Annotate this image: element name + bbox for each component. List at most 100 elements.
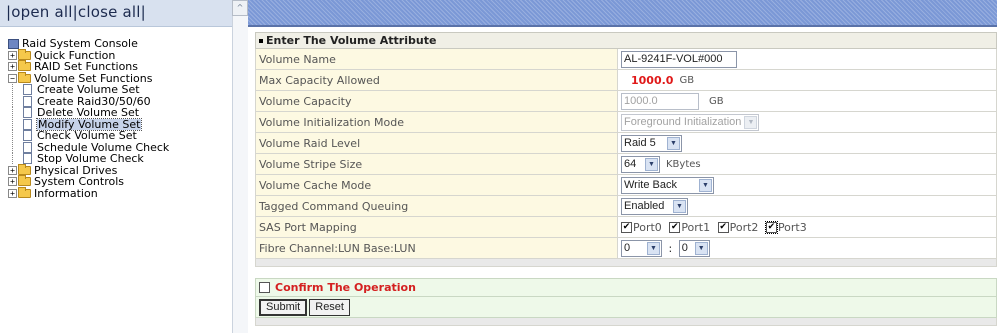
form-footer-bar xyxy=(255,258,997,267)
folder-icon xyxy=(18,60,31,72)
tree-subitem-check-volume-set[interactable]: Check Volume Set xyxy=(8,130,169,142)
tree-connector xyxy=(12,153,23,165)
row-stripe-size: Volume Stripe Size 64 ▼ KBytes xyxy=(255,153,997,175)
tree-item-information[interactable]: + Information xyxy=(8,186,169,200)
confirm-label: Confirm The Operation xyxy=(275,281,416,295)
expand-icon[interactable]: + xyxy=(8,188,17,198)
cache-mode-select[interactable]: Write Back ▼ xyxy=(621,176,714,194)
tree-toolbar: |open all|close all| xyxy=(0,0,232,27)
bottom-bar xyxy=(255,317,997,326)
lun-separator: : xyxy=(668,241,673,255)
expand-icon[interactable]: + xyxy=(8,50,17,60)
close-all-link[interactable]: close all xyxy=(78,3,141,21)
port0-label: Port0 xyxy=(633,220,662,234)
submit-button[interactable]: Submit xyxy=(259,298,308,316)
chevron-down-icon: ▼ xyxy=(645,157,658,171)
page-icon xyxy=(23,118,32,130)
tree-subitem-delete-volume-set[interactable]: Delete Volume Set xyxy=(8,107,169,119)
tree-subitem-label: Check Volume Set xyxy=(37,129,137,142)
tree-item-system-controls[interactable]: + System Controls xyxy=(8,175,169,188)
page-icon xyxy=(23,95,32,107)
expand-icon[interactable]: + xyxy=(8,62,17,72)
port3-option[interactable]: ✔ Port3 xyxy=(764,220,807,235)
expand-icon[interactable]: + xyxy=(8,165,17,175)
tree-item-label: RAID Set Functions xyxy=(34,60,139,73)
chevron-down-icon: ▼ xyxy=(694,241,708,255)
page-icon xyxy=(23,153,32,165)
content-banner xyxy=(248,0,997,27)
collapse-icon[interactable]: − xyxy=(8,73,17,83)
raid-level-select[interactable]: Raid 5 ▼ xyxy=(621,134,682,152)
page-icon xyxy=(23,130,32,142)
tree-root[interactable]: Raid System Console xyxy=(8,38,169,50)
tree-item-raid-set-functions[interactable]: + RAID Set Functions xyxy=(8,60,169,73)
page-icon xyxy=(23,107,32,119)
volume-attribute-form: Enter The Volume Attribute Volume Name A… xyxy=(255,32,997,326)
page-icon xyxy=(23,141,32,153)
row-sas-port: SAS Port Mapping ✔ Port0 ✔ Port1 ✔ Port2 ✔ P… xyxy=(255,216,997,238)
tree-connector xyxy=(12,130,23,142)
row-volume-capacity: Volume Capacity 1000.0 GB xyxy=(255,90,997,112)
confirm-checkbox[interactable] xyxy=(259,282,270,294)
port0-option[interactable]: ✔ Port0 xyxy=(621,221,662,234)
open-all-link[interactable]: open all xyxy=(11,3,72,21)
confirm-row: Confirm The Operation xyxy=(255,278,997,297)
scroll-up-arrow-icon[interactable]: ^ xyxy=(232,0,248,16)
tree-subitem-stop-volume-check[interactable]: Stop Volume Check xyxy=(8,153,169,165)
chevron-down-icon: ▼ xyxy=(699,178,712,192)
tree-root-label: Raid System Console xyxy=(22,37,138,50)
chevron-down-icon: ▼ xyxy=(647,241,660,255)
port0-checkbox[interactable]: ✔ xyxy=(621,222,632,234)
tree-subitem-label: Stop Volume Check xyxy=(37,152,144,165)
lun-base-select[interactable]: 0 ▼ xyxy=(621,239,662,257)
port3-label: Port3 xyxy=(777,220,807,234)
stripe-size-select[interactable]: 64 ▼ xyxy=(621,155,660,173)
row-init-mode: Volume Initialization Mode Foreground In… xyxy=(255,111,997,133)
row-cache-mode: Volume Cache Mode Write Back ▼ xyxy=(255,174,997,196)
select-value: Enabled xyxy=(624,200,665,212)
select-value: Write Back xyxy=(624,179,677,191)
field-label: SAS Port Mapping xyxy=(255,216,618,238)
tree-item-label: System Controls xyxy=(34,175,125,188)
tree-connector xyxy=(12,84,23,96)
field-label: Volume Raid Level xyxy=(255,132,618,154)
tree-connector xyxy=(12,107,23,119)
tcq-select[interactable]: Enabled ▼ xyxy=(621,197,688,215)
tree-connector xyxy=(12,118,23,130)
volume-name-input[interactable]: AL-9241F-VOL#000 xyxy=(621,50,737,68)
console-icon xyxy=(8,38,19,49)
tree-connector xyxy=(12,141,23,153)
tree-scrollbar[interactable] xyxy=(232,16,248,333)
reset-button[interactable]: Reset xyxy=(309,298,350,316)
init-mode-select[interactable]: Foreground Initialization ▼ xyxy=(621,113,760,131)
field-label: Volume Capacity xyxy=(255,90,618,112)
button-row: Submit Reset xyxy=(255,296,997,318)
expand-icon[interactable]: + xyxy=(8,177,17,187)
unit-label: KBytes xyxy=(666,158,701,170)
folder-icon xyxy=(18,186,31,198)
lun-select[interactable]: 0 ▼ xyxy=(678,239,710,257)
page-icon xyxy=(23,84,32,96)
folder-icon xyxy=(18,163,31,175)
port2-option[interactable]: ✔ Port2 xyxy=(717,220,759,234)
folder-open-icon xyxy=(18,71,31,83)
field-label: Tagged Command Queuing xyxy=(255,195,618,217)
port1-checkbox[interactable]: ✔ xyxy=(669,222,681,234)
port3-checkbox[interactable]: ✔ xyxy=(764,221,778,235)
field-label: Max Capacity Allowed xyxy=(255,69,618,91)
row-volume-name: Volume Name AL-9241F-VOL#000 xyxy=(255,48,997,70)
chevron-down-icon: ▼ xyxy=(667,136,680,150)
tree-subitem-label: Delete Volume Set xyxy=(37,106,140,119)
volume-capacity-input[interactable]: 1000.0 xyxy=(621,92,699,110)
port1-option[interactable]: ✔ Port1 xyxy=(669,221,710,234)
separator: | xyxy=(140,3,146,21)
field-label: Volume Name xyxy=(255,48,618,70)
section-title: Enter The Volume Attribute xyxy=(266,34,437,47)
row-raid-level: Volume Raid Level Raid 5 ▼ xyxy=(255,132,997,154)
row-fibre-lun: Fibre Channel:LUN Base:LUN 0 ▼ : 0 ▼ xyxy=(255,237,997,259)
folder-icon xyxy=(18,175,31,187)
port2-checkbox[interactable]: ✔ xyxy=(717,222,729,234)
port2-label: Port2 xyxy=(729,220,759,234)
spacer xyxy=(255,266,997,279)
tree-subitem-create-volume-set[interactable]: Create Volume Set xyxy=(8,84,169,96)
